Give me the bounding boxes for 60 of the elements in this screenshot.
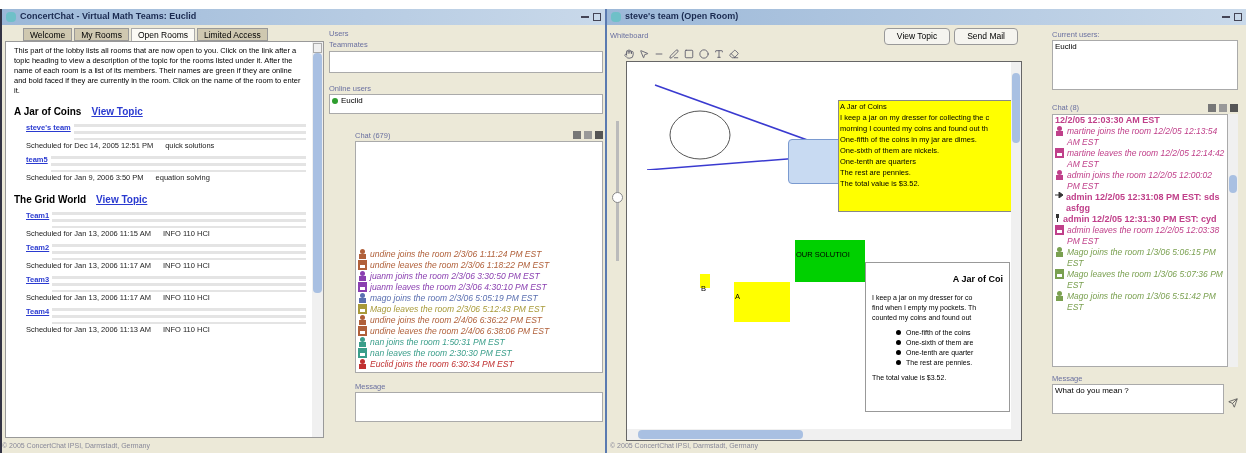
scrollbar[interactable] [1228,113,1238,367]
view-topic-link[interactable]: View Topic [91,104,143,119]
tab[interactable]: My Rooms [74,28,129,41]
topic-heading: A Jar of Coins [14,105,82,119]
scroll-thumb[interactable] [1229,174,1237,193]
message-input[interactable]: What do you mean ? [1052,383,1224,414]
maximize-button[interactable] [1234,13,1242,21]
window-title: steve's team (Open Room) [625,10,739,24]
pin-icon [1055,213,1060,222]
drawing-tool-icon[interactable] [624,49,634,59]
chat-message: juanm leaves the room 2/3/06 4:30:10 PM EST [370,282,547,293]
chat-message: undine joins the room 2/3/06 1:11:24 PM EST [370,249,542,260]
chat-message: mago joins the room 2/3/06 5:05:19 PM EST [370,293,538,304]
bullet-icon [896,340,901,345]
chat-message: admin leaves the room 12/2/05 12:03:38 PM EST [1067,224,1221,247]
topic-title: A Jar of Coi [951,273,1003,286]
chat-message: 12/2/05 12:03:30 AM EST [1055,114,1160,126]
scroll-thumb[interactable] [638,430,803,439]
chat-message: undine leaves the room 2/3/06 1:18:22 PM EST [370,260,550,271]
toolbar-button[interactable]: Send Mail [954,27,1018,45]
chat-message: Mago leaves the room 2/3/06 5:12:43 PM EST [370,304,545,315]
tab[interactable]: Open Rooms [130,28,195,41]
chat-message: nan leaves the room 2:30:30 PM EST [370,348,512,359]
window-title: ConcertChat - Virtual Math Teams: Euclid [20,10,197,24]
maximize-button[interactable] [593,13,601,21]
view-topic-link[interactable]: View Topic [96,191,148,207]
user-name[interactable]: Euclid [1055,41,1235,54]
chat-message: nan joins the room 1:50:31 PM EST [370,337,505,348]
scroll-up-button[interactable] [313,43,322,53]
scroll-thumb[interactable] [1012,73,1020,143]
chat-message: Mago leaves the room 1/3/06 5:07:36 PM EST [1067,268,1224,291]
bullet-icon [896,350,901,355]
chat-message: admin 12/2/05 12:31:30 PM EST: cyd [1063,213,1217,225]
scrollbar[interactable] [627,429,1021,440]
arrow-icon [1055,191,1063,198]
chat-message: Mago joins the room 1/3/06 5:51:42 PM EST [1067,290,1217,313]
bullet-icon [896,330,901,335]
tab[interactable]: Limited Access [197,28,268,41]
scrollbar[interactable] [1011,62,1021,429]
chat-message: juanm joins the room 2/3/06 3:30:50 PM EST [370,271,540,282]
drawing-tool-icon[interactable] [714,49,724,59]
drawing-tool-icon[interactable] [669,49,679,59]
bullet-icon [896,360,901,365]
send-icon[interactable] [1228,397,1238,408]
message-input[interactable] [355,392,603,423]
user-name[interactable]: Euclid [341,94,363,107]
tab[interactable]: Welcome [23,28,73,41]
chat-message: undine leaves the room 2/4/06 6:38:06 PM EST [370,326,550,337]
toolbar-button[interactable]: View Topic [883,27,951,45]
zoom-slider-thumb[interactable] [611,191,623,203]
app-icon [611,12,621,22]
chat-message: undine joins the room 2/4/06 6:36:22 PM EST [370,315,542,326]
scrollbar[interactable] [312,42,323,437]
topic-heading: The Grid World [14,192,87,207]
chat-message: Euclid joins the room 6:30:34 PM EST [370,359,514,370]
scroll-thumb[interactable] [313,53,322,293]
app-icon [6,12,16,22]
drawing-tool-icon[interactable] [729,49,739,59]
chat-message: Mago joins the room 1/3/06 5:06:15 PM EST [1067,246,1217,269]
chat-message: admin joins the room 12/2/05 12:00:02 PM EST [1067,169,1214,192]
